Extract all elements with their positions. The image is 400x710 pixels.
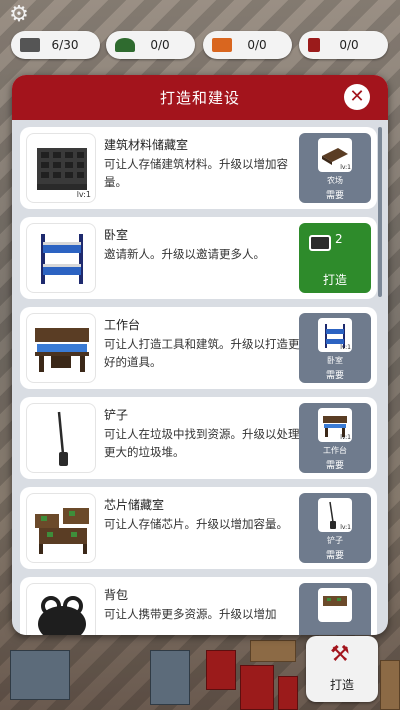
build-item-card[interactable]: 铲子 可让人在垃圾中找到资源。升级以处理更大的垃圾堆。 lv:1 工作台 需要: [20, 397, 377, 479]
requirement-name: 铲子: [327, 536, 343, 545]
resource-carrot: 0/0: [203, 31, 292, 59]
requirement-box: lv:1 铲子 需要: [299, 493, 371, 563]
resource-chip: 0/0: [299, 31, 388, 59]
item-description: 可让人携带更多资源。升级以增加: [104, 607, 277, 621]
craft-and-build-panel: 打造和建设 ✕ lv:1 建筑材料储藏室 可让人存储建筑材料。升级以增加容量。: [12, 75, 388, 635]
build-item-card[interactable]: 背包 可让人携带更多资源。升级以增加: [20, 577, 377, 635]
bunk-bed-icon: lv:1: [318, 318, 352, 352]
item-description: 可让人存储建筑材料。升级以增加容量。: [104, 157, 288, 189]
resource-carrot-value: 0/0: [247, 38, 267, 52]
workbench-icon: lv:1: [318, 408, 352, 442]
resource-plant: 0/0: [106, 31, 195, 59]
requirement-label: 需要: [325, 551, 344, 561]
list-scrollbar[interactable]: [378, 127, 382, 297]
build-item-card[interactable]: 芯片储藏室 可让人存储芯片。升级以增加容量。 lv:1 铲子 需要: [20, 487, 377, 569]
requirement-name: 农场: [327, 176, 343, 185]
requirement-label: 需要: [325, 371, 344, 381]
requirement-level: lv:1: [340, 524, 351, 531]
carrot-icon: [212, 38, 232, 52]
craft-label: 打造: [322, 273, 347, 287]
item-name: 铲子: [104, 408, 129, 422]
item-name: 背包: [104, 588, 129, 602]
craft-menu-label: 打造: [329, 678, 354, 692]
storage-crate-icon: lv:1: [26, 133, 96, 203]
requirement-level: lv:1: [340, 164, 351, 171]
requirement-level: lv:1: [340, 344, 351, 351]
requirement-box: [299, 583, 371, 635]
requirement-label: 需要: [325, 191, 344, 201]
requirement-box: lv:1 工作台 需要: [299, 403, 371, 473]
close-button[interactable]: ✕: [344, 84, 370, 110]
farm-icon: lv:1: [318, 138, 352, 172]
scrap-metal-icon: [309, 235, 331, 251]
settings-gear-icon[interactable]: ⚙: [8, 4, 30, 26]
item-description: 邀请新人。升级以邀请更多人。: [104, 247, 265, 261]
item-name: 芯片储藏室: [104, 498, 165, 512]
red-chip-icon: [308, 38, 320, 52]
bunk-bed-icon: [26, 223, 96, 293]
panel-title: 打造和建设: [159, 89, 240, 107]
build-item-card[interactable]: 工作台 可让人打造工具和建筑。升级以打造更好的道具。 lv:1 卧室 需要: [20, 307, 377, 389]
requirement-name: 卧室: [327, 356, 343, 365]
tools-icon: ⚒: [330, 642, 350, 667]
item-description: 可让人在垃圾中找到资源。升级以处理更大的垃圾堆。: [104, 427, 300, 459]
craft-button[interactable]: 2 打造: [299, 223, 371, 293]
shovel-icon: lv:1: [318, 498, 352, 532]
requirement-box: lv:1 农场 需要: [299, 133, 371, 203]
craft-cost: 2: [335, 232, 343, 246]
workbench-icon: [26, 313, 96, 383]
requirement-label: 需要: [325, 461, 344, 471]
item-description: 可让人打造工具和建筑。升级以打造更好的道具。: [104, 337, 300, 369]
build-item-list[interactable]: lv:1 建筑材料储藏室 可让人存储建筑材料。升级以增加容量。 lv:1 农场 …: [20, 123, 377, 635]
plant-icon: [115, 38, 135, 52]
item-name: 卧室: [104, 228, 129, 242]
resource-chip-value: 0/0: [339, 38, 359, 52]
item-level: lv:1: [76, 190, 91, 199]
backpack-icon: [26, 583, 96, 635]
build-item-card[interactable]: lv:1 建筑材料储藏室 可让人存储建筑材料。升级以增加容量。 lv:1 农场 …: [20, 127, 377, 209]
requirement-level: lv:1: [340, 434, 351, 441]
resource-plant-value: 0/0: [150, 38, 170, 52]
requirement-name: 工作台: [323, 446, 347, 455]
chip-storage-icon: [318, 588, 352, 622]
item-name: 工作台: [104, 318, 141, 332]
panel-header: 打造和建设 ✕: [12, 75, 388, 120]
item-name: 建筑材料储藏室: [104, 138, 189, 152]
craft-menu-button[interactable]: ⚒ 打造: [306, 636, 378, 702]
shovel-icon: [26, 403, 96, 473]
resource-scrap-value: 6/30: [51, 38, 79, 52]
scrap-metal-icon: [20, 38, 40, 52]
item-description: 可让人存储芯片。升级以增加容量。: [104, 517, 288, 531]
requirement-box: lv:1 卧室 需要: [299, 313, 371, 383]
chip-storage-icon: [26, 493, 96, 563]
resource-scrap: 6/30: [11, 31, 100, 59]
build-item-card[interactable]: 卧室 邀请新人。升级以邀请更多人。 2 打造: [20, 217, 377, 299]
